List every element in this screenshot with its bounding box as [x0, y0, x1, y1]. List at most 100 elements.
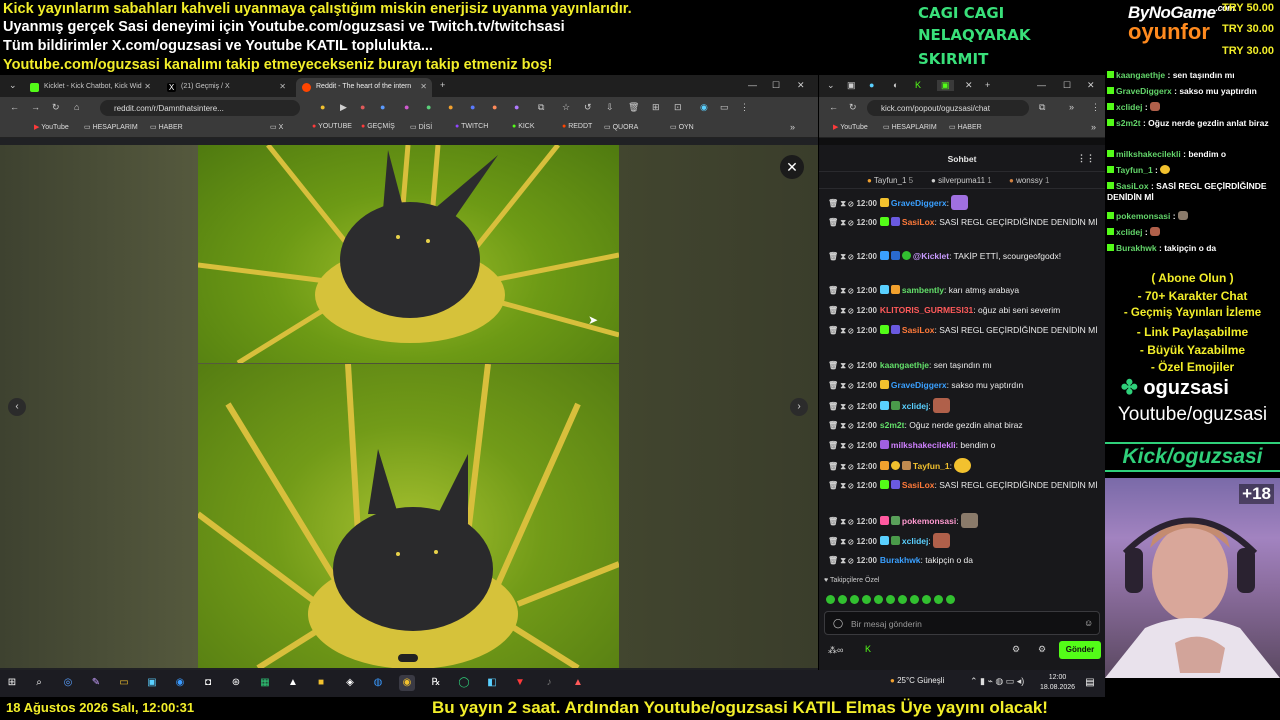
bookmark-oyn[interactable]: ▭ OYN — [670, 123, 694, 131]
menu-icon[interactable]: ⋮ — [740, 102, 749, 113]
file-explorer-icon[interactable]: ▭ — [116, 675, 132, 691]
chat-username[interactable]: SasiLox — [902, 480, 935, 490]
url-field[interactable]: reddit.com/r/Damnthatsintere... — [100, 100, 300, 116]
app-icon[interactable]: ◍ — [370, 675, 386, 691]
emote-icon[interactable] — [826, 595, 835, 604]
app-icon[interactable]: ◧ — [484, 675, 500, 691]
bookmark-hesaplarim[interactable]: ▭ HESAPLARIM — [883, 123, 937, 131]
extension-icon[interactable]: ● — [320, 102, 325, 112]
more-bookmarks-icon[interactable]: » — [1091, 122, 1096, 132]
bookmark-x[interactable]: ▭ X — [270, 123, 283, 131]
bookmark-kick[interactable]: ● KICK — [512, 123, 535, 130]
mod-actions-icon[interactable]: 🗑 ⧗ ⊘ — [828, 326, 853, 335]
chat-username[interactable]: Burakhwk — [880, 555, 921, 565]
back-icon[interactable]: ← — [10, 102, 19, 112]
next-image-button[interactable]: › — [790, 398, 808, 416]
extension-icon[interactable]: ⊡ — [674, 102, 682, 113]
chat-message[interactable]: 🗑 ⧗ ⊘ 12:00 SasiLox: SASİ REGL GEÇİRDİĞİND… — [828, 215, 1100, 230]
emote-icon[interactable] — [886, 595, 895, 604]
maximize-icon[interactable]: ☐ — [772, 80, 780, 91]
mod-actions-icon[interactable]: 🗑 ⧗ ⊘ — [828, 252, 853, 261]
chat-username[interactable]: milkshakecilekli — [891, 440, 956, 450]
start-menu-icon[interactable]: ⊞ — [4, 675, 20, 691]
system-tray[interactable]: ⌃ ▮ ⌁ ◍ ▭ ◂) — [970, 676, 1024, 687]
new-tab-icon[interactable]: + — [440, 80, 445, 90]
vivaldi-icon[interactable]: ▼ — [512, 675, 528, 691]
new-tab-icon[interactable]: + — [985, 80, 990, 90]
bookmark-twitch[interactable]: ● TWITCH — [455, 123, 488, 130]
chat-message[interactable]: 🗑 ⧗ ⊘ 12:00 xclidej: — [828, 398, 1100, 414]
more-icon[interactable]: » — [1069, 102, 1074, 112]
chat-tools-icon[interactable]: ⁂∞ — [828, 645, 843, 656]
chat-username[interactable]: SasiLox — [902, 325, 935, 335]
url-field[interactable]: kick.com/popout/oguzsasi/chat — [867, 100, 1029, 116]
mod-actions-icon[interactable]: 🗑 ⧗ ⊘ — [828, 556, 853, 565]
tab-reddit[interactable]: Reddit - The heart of the intern ✕ — [296, 78, 432, 97]
chat-message[interactable]: 🗑 ⧗ ⊘ 12:00 xclidej: — [828, 533, 1100, 549]
close-tab-icon[interactable]: ✕ — [279, 82, 286, 91]
bookmark-youtube[interactable]: ▶ YouTube — [833, 123, 868, 131]
extension-icon[interactable]: ● — [470, 102, 475, 112]
chat-username[interactable]: sambently — [902, 285, 944, 295]
mod-actions-icon[interactable]: 🗑 ⧗ ⊘ — [828, 481, 853, 490]
chat-username[interactable]: SasiLox — [902, 217, 935, 227]
active-tab[interactable]: ▣ — [937, 80, 954, 91]
chat-username[interactable]: s2m2t — [880, 420, 905, 430]
bookmark-reddit[interactable]: ● REDDT — [562, 123, 592, 130]
chat-message[interactable]: 🗑 ⧗ ⊘ 12:00 SasiLox: SASİ REGL GEÇİRDİĞİND… — [828, 323, 1100, 338]
menu-icon[interactable]: ⋮ — [1091, 102, 1100, 113]
trash-icon[interactable]: 🗑 — [628, 102, 639, 113]
extension-icon[interactable]: ● — [404, 102, 409, 112]
reload-icon[interactable]: ↻ — [52, 102, 60, 113]
mod-actions-icon[interactable]: 🗑 ⧗ ⊘ — [828, 361, 853, 370]
extension-icon[interactable]: ⊞ — [652, 102, 660, 113]
emote-icon[interactable] — [922, 595, 931, 604]
bookmark-youtube2[interactable]: ● YOUTUBE — [312, 123, 352, 130]
spider-photo-top[interactable] — [198, 145, 619, 363]
extension-icon[interactable]: ▶ — [340, 102, 347, 113]
emote-icon[interactable] — [874, 595, 883, 604]
app-icon[interactable]: ✎ — [88, 675, 104, 691]
mod-actions-icon[interactable]: 🗑 ⧗ ⊘ — [828, 402, 853, 411]
chat-message[interactable]: 🗑 ⧗ ⊘ 12:00 milkshakecilekli: bendim o — [828, 438, 1100, 453]
emote-icon[interactable] — [910, 595, 919, 604]
chat-message[interactable]: 🗑 ⧗ ⊘ 12:00 kaangaethje: sen taşındın mı — [828, 358, 1100, 373]
close-tab-icon[interactable]: ✕ — [965, 80, 973, 91]
emote-icon[interactable] — [898, 595, 907, 604]
tab-x[interactable]: X (21) Geçmiş / X ✕ — [161, 78, 291, 97]
puzzle-icon[interactable]: ⧉ — [538, 102, 544, 113]
app-icon[interactable]: ◯ — [456, 675, 472, 691]
extension-icon[interactable]: ● — [426, 102, 431, 112]
back-icon[interactable]: ← — [829, 102, 838, 112]
avatar-icon[interactable]: ◉ — [700, 102, 708, 113]
bookmark-haber[interactable]: ▭ HABER — [949, 123, 982, 131]
carousel-dots[interactable] — [398, 654, 418, 662]
download-icon[interactable]: ⇩ — [606, 102, 614, 113]
mod-actions-icon[interactable]: 🗑 ⧗ ⊘ — [828, 421, 853, 430]
more-bookmarks-icon[interactable]: » — [790, 122, 795, 132]
close-window-icon[interactable]: ✕ — [1087, 80, 1095, 91]
search-icon[interactable]: ⌕ — [31, 675, 47, 691]
mod-actions-icon[interactable]: 🗑 ⧗ ⊘ — [828, 218, 853, 227]
chat-message[interactable]: 🗑 ⧗ ⊘ 12:00 GraveDiggerx: — [828, 195, 1100, 211]
chat-settings-icon[interactable]: ⋮⋮ — [1077, 153, 1095, 164]
extension-icon[interactable]: ● — [448, 102, 453, 112]
pinned-tab[interactable]: ◐ — [893, 80, 898, 90]
kick-icon[interactable]: K — [865, 644, 871, 654]
chat-username[interactable]: KLITORIS_GURMESI31 — [880, 305, 973, 315]
maximize-icon[interactable]: ☐ — [1063, 80, 1071, 91]
clock[interactable]: 12:00 18.08.2026 — [1040, 673, 1075, 693]
mod-actions-icon[interactable]: 🗑 ⧗ ⊘ — [828, 286, 853, 295]
bookmark-hesaplarim[interactable]: ▭ HESAPLARIM — [84, 123, 138, 131]
pinned-tab[interactable]: ▣ — [847, 80, 856, 91]
close-lightbox-button[interactable]: ✕ — [780, 155, 804, 179]
tab-kicklet[interactable]: Kicklet - Kick Chatbot, Kick Wid ✕ — [24, 78, 156, 97]
chat-message[interactable]: 🗑 ⧗ ⊘ 12:00 pokemonsasi: — [828, 513, 1100, 529]
tab-list-icon[interactable]: ⌄ — [827, 80, 835, 91]
chat-message[interactable]: 🗑 ⧗ ⊘ 12:00 Burakhwk: takipçin o da — [828, 553, 1100, 568]
edge-icon[interactable]: ◉ — [172, 675, 188, 691]
bookmark-haber[interactable]: ▭ HABER — [150, 123, 183, 131]
chat-message-input[interactable]: Bir mesaj gönderin — [824, 611, 1100, 635]
chat-username[interactable]: GraveDiggerx — [891, 198, 947, 208]
chat-message[interactable]: 🗑 ⧗ ⊘ 12:00 @Kicklet: TAKİP ETTİ, scourgeo… — [828, 249, 1100, 264]
